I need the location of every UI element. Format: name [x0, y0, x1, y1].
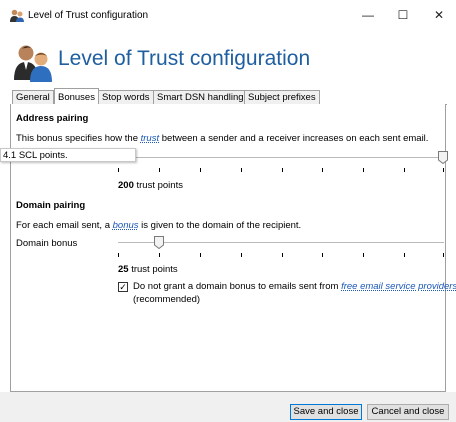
- address-bonus-value: 200 trust points: [118, 180, 183, 191]
- domain-bonus-label: Domain bonus: [16, 238, 78, 249]
- free-email-providers-label: Do not grant a domain bonus to emails se…: [133, 281, 456, 292]
- slider-tick: [241, 168, 242, 172]
- tab-general[interactable]: General: [12, 90, 54, 105]
- slider-tick: [363, 168, 364, 172]
- domain-bonus-value: 25 trust points: [118, 264, 178, 275]
- recommended-note: (recommended): [133, 294, 201, 305]
- maximize-button[interactable]: ☐: [388, 4, 418, 26]
- slider-tick: [404, 168, 405, 172]
- domain-pairing-heading: Domain pairing: [16, 200, 86, 211]
- slider-tick: [282, 168, 283, 172]
- slider-tick: [404, 253, 405, 257]
- slider-tick: [118, 253, 119, 257]
- domain-bonus-slider-thumb[interactable]: [154, 236, 164, 250]
- address-pairing-description: This bonus specifies how the trust betwe…: [16, 133, 429, 144]
- slider-tick: [322, 253, 323, 257]
- users-icon: [10, 9, 24, 22]
- save-and-close-button[interactable]: Save and close: [290, 404, 362, 420]
- page-title: Level of Trust configuration: [58, 47, 311, 70]
- slider-tick: [443, 253, 444, 257]
- slider-tick: [159, 168, 160, 172]
- window-title: Level of Trust configuration: [28, 10, 149, 21]
- slider-tick: [159, 253, 160, 257]
- free-email-providers-checkbox[interactable]: ✓: [118, 282, 128, 292]
- address-pairing-heading: Address pairing: [16, 113, 89, 124]
- close-button[interactable]: ✕: [424, 4, 454, 26]
- slider-tooltip: 4.1 SCL points.: [0, 148, 136, 162]
- free-email-providers-link[interactable]: free email service providers: [341, 281, 456, 292]
- trust-link[interactable]: trust: [141, 133, 159, 144]
- slider-tick: [241, 253, 242, 257]
- slider-tick: [118, 168, 119, 172]
- slider-tick: [363, 253, 364, 257]
- slider-tick: [282, 253, 283, 257]
- domain-bonus-slider-track[interactable]: [118, 242, 444, 243]
- slider-tick: [200, 253, 201, 257]
- address-bonus-slider-track[interactable]: [118, 157, 444, 158]
- address-bonus-slider-thumb[interactable]: [438, 151, 448, 165]
- cancel-and-close-button[interactable]: Cancel and close: [367, 404, 449, 420]
- tab-stop-words[interactable]: Stop words: [98, 90, 154, 105]
- slider-tick: [322, 168, 323, 172]
- slider-tick: [200, 168, 201, 172]
- minimize-button[interactable]: —: [353, 4, 383, 26]
- users-icon: [14, 42, 52, 82]
- slider-tick: [443, 168, 444, 172]
- bonus-link[interactable]: bonus: [113, 220, 139, 231]
- tab-smart-dsn-handling[interactable]: Smart DSN handling: [153, 90, 248, 105]
- domain-pairing-description: For each email sent, a bonus is given to…: [16, 220, 302, 231]
- tab-subject-prefixes[interactable]: Subject prefixes: [244, 90, 320, 105]
